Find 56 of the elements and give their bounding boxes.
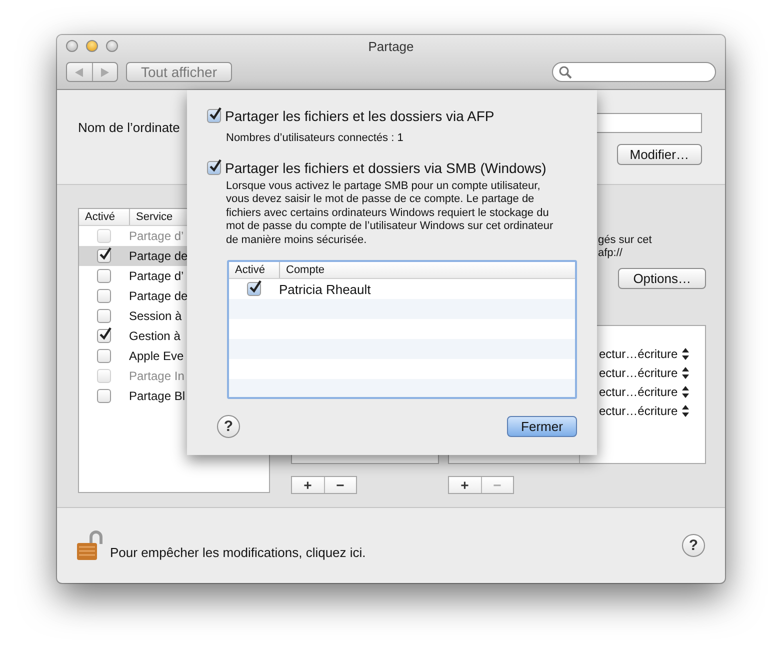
close-button[interactable] — [66, 40, 78, 52]
permission-value[interactable]: ectur…écriture — [599, 346, 678, 360]
unlocked-padlock-icon[interactable] — [76, 530, 104, 562]
service-name: Apple Eve — [129, 349, 184, 363]
connected-users-text: Nombres d’utilisateurs connectés : 1 — [226, 132, 404, 146]
search-icon — [559, 66, 572, 78]
checkbox[interactable] — [97, 349, 111, 363]
checkbox[interactable] — [207, 160, 221, 174]
stepper-icon[interactable] — [682, 404, 689, 416]
computer-name-field[interactable] — [597, 113, 702, 133]
search-field[interactable] — [552, 62, 716, 82]
description-text: gés sur cet afp:// — [598, 234, 653, 260]
window-title: Partage — [368, 38, 414, 54]
checkbox[interactable] — [97, 329, 111, 343]
permission-value[interactable]: ectur…écriture — [599, 384, 678, 398]
lock-message[interactable]: Pour empêcher les modifications, cliquez ici. — [110, 545, 366, 560]
stepper-icon[interactable] — [682, 348, 689, 360]
checkbox[interactable] — [207, 109, 221, 123]
service-name: Session à — [129, 309, 182, 323]
forward-icon[interactable] — [100, 68, 109, 76]
stepper-icon[interactable] — [682, 366, 689, 378]
zoom-button[interactable] — [106, 40, 118, 52]
help-button[interactable]: ? — [682, 534, 705, 557]
show-all-button[interactable]: Tout afficher — [126, 62, 232, 82]
service-name: Gestion à — [129, 329, 180, 343]
permission-value[interactable]: ectur…écriture — [599, 404, 678, 418]
help-button[interactable]: ? — [217, 415, 240, 438]
back-icon[interactable] — [75, 68, 84, 76]
stepper-icon[interactable] — [682, 386, 689, 398]
permission-value[interactable]: ectur…écriture — [599, 366, 678, 380]
computer-name-label: Nom de l’ordinate — [78, 120, 180, 137]
options-button[interactable]: Options… — [618, 268, 706, 289]
column-header[interactable]: Activé — [79, 209, 129, 225]
checkbox[interactable] — [97, 269, 111, 283]
checkbox[interactable] — [97, 389, 111, 403]
account-name: Patricia Rheault — [279, 282, 371, 296]
minimize-button[interactable] — [86, 40, 98, 52]
close-sheet-button[interactable]: Fermer — [507, 416, 577, 437]
add-button[interactable]: + — [292, 477, 324, 493]
checkbox[interactable] — [97, 249, 111, 263]
add-button[interactable]: + — [449, 477, 480, 493]
service-name: Partage de — [129, 289, 188, 303]
afp-option[interactable]: Partager les fichiers et les dossiers via AFP — [207, 108, 577, 124]
afp-label: Partager les fichiers et les dossiers via AFP — [225, 108, 494, 124]
remove-button[interactable]: − — [324, 477, 356, 493]
navigation-control[interactable] — [66, 62, 118, 82]
checkbox[interactable] — [247, 282, 261, 296]
modify-button[interactable]: Modifier… — [616, 144, 702, 165]
checkbox[interactable] — [97, 289, 111, 303]
service-name: Partage de — [129, 249, 188, 263]
service-name: Partage d’ — [129, 269, 184, 283]
service-name: Partage Bl — [129, 389, 186, 403]
service-name: Partage d’ — [129, 229, 184, 243]
column-header[interactable]: Compte — [279, 262, 575, 278]
service-name: Partage In — [129, 369, 184, 383]
checkbox[interactable] — [97, 309, 111, 323]
